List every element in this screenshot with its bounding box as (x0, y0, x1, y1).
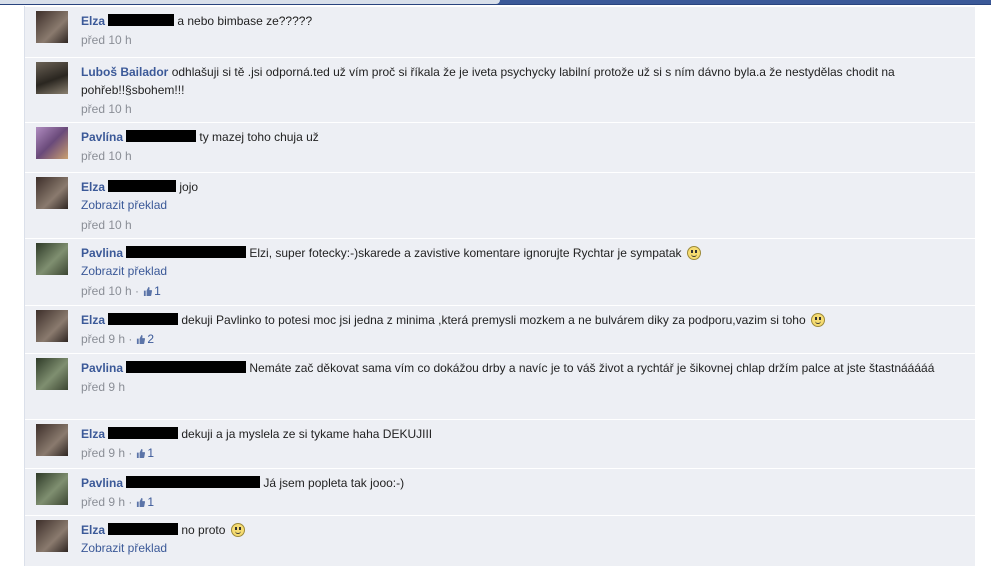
redacted-name (126, 130, 197, 142)
comment-text: ty mazej toho chuja už (199, 130, 319, 144)
redacted-name (126, 246, 247, 258)
smiley-emoticon-icon (230, 523, 245, 537)
comment-timestamp[interactable]: před 9 h (81, 332, 125, 346)
comment-text: Nemáte zač děkovat sama vím co dokážou d… (249, 361, 935, 375)
smiley-emoticon-icon (810, 313, 825, 327)
like-count[interactable]: 1 (147, 446, 154, 460)
redacted-name (108, 14, 175, 26)
comment-timestamp[interactable]: před 9 h (81, 495, 125, 509)
smiley-emoticon-icon (686, 246, 701, 260)
avatar[interactable] (36, 520, 68, 552)
comment-meta: před 9 h · 1 (81, 495, 155, 509)
comment-author[interactable]: Pavlina (81, 361, 123, 375)
comment-author[interactable]: Elza (81, 313, 105, 327)
avatar[interactable] (36, 473, 68, 505)
comment-timestamp[interactable]: před 10 h (81, 218, 132, 232)
comment-item: Pavlina Já jsem popleta tak jooo:-) před… (25, 468, 975, 516)
comment-item: Elza dekuji a ja myslela ze si tykame ha… (25, 419, 975, 469)
comment-author[interactable]: Elza (81, 180, 105, 194)
comment-item: Elza jojo Zobrazit překlad před 10 h (25, 172, 975, 239)
top-bar-edge (0, 0, 500, 4)
redacted-name (126, 361, 247, 373)
comment-author[interactable]: Pavlina (81, 476, 123, 490)
comment-item: Elza dekuji Pavlinko to potesi moc jsi j… (25, 305, 975, 354)
comment-text: a nebo bimbase ze????? (177, 14, 313, 28)
comment-meta: před 9 h · 1 (81, 446, 155, 460)
redacted-name (108, 313, 179, 325)
thumbs-up-icon[interactable] (136, 498, 146, 507)
comment-meta: před 9 h (81, 377, 935, 397)
avatar[interactable] (36, 358, 68, 390)
avatar[interactable] (36, 243, 68, 275)
translate-link[interactable]: Zobrazit překlad (81, 196, 935, 215)
redacted-name (108, 523, 179, 535)
redacted-name (126, 476, 261, 488)
avatar[interactable] (36, 62, 68, 94)
comment-author[interactable]: Elza (81, 14, 105, 28)
comment-item: Elza a nebo bimbase ze????? před 10 h (25, 6, 975, 58)
comment-timestamp[interactable]: před 9 h (81, 446, 125, 460)
comment-thread: Elza a nebo bimbase ze????? před 10 h Lu… (24, 6, 975, 566)
avatar[interactable] (36, 11, 68, 43)
thumbs-up-icon[interactable] (136, 449, 146, 458)
redacted-name (108, 427, 179, 439)
comment-meta: před 10 h (81, 215, 935, 235)
like-count[interactable]: 1 (147, 495, 154, 509)
comment-text: dekuji a ja myslela ze si tykame haha DE… (181, 427, 433, 441)
comment-meta: před 10 h (81, 146, 935, 166)
thumbs-up-icon[interactable] (136, 335, 146, 344)
comment-item: Pavlina Nemáte zač děkovat sama vím co d… (25, 353, 975, 420)
avatar[interactable] (36, 424, 68, 456)
comment-text: Já jsem popleta tak jooo:-) (263, 476, 405, 490)
comment-text: dekuji Pavlinko to potesi moc jsi jedna … (181, 313, 806, 327)
thumbs-up-icon[interactable] (143, 287, 153, 296)
comment-timestamp[interactable]: před 10 h (81, 33, 132, 47)
comment-item: Elza no proto Zobrazit překlad (25, 515, 975, 567)
top-bar (0, 0, 991, 5)
comment-text: Elzi, super fotecky:-)skarede a zavistiv… (249, 246, 682, 260)
comment-timestamp[interactable]: před 10 h (81, 284, 132, 298)
comment-meta: před 10 h (81, 99, 935, 119)
comment-author[interactable]: Elza (81, 427, 105, 441)
comment-item: Luboš Bailador odhlašuji si tě .jsi odpo… (25, 57, 975, 123)
comment-timestamp[interactable]: před 9 h (81, 380, 125, 394)
comment-author[interactable]: Pavlína (81, 130, 123, 144)
redacted-name (108, 180, 177, 192)
like-count[interactable]: 2 (147, 332, 154, 346)
comment-meta: před 10 h (81, 30, 935, 50)
comment-author[interactable]: Luboš Bailador (81, 65, 168, 79)
comment-author[interactable]: Elza (81, 523, 105, 537)
comment-meta: před 9 h · 2 (81, 332, 155, 346)
comment-timestamp[interactable]: před 10 h (81, 149, 132, 163)
comment-meta: před 10 h · 1 (81, 284, 161, 298)
avatar[interactable] (36, 310, 68, 342)
translate-link[interactable]: Zobrazit překlad (81, 262, 935, 281)
comment-text: no proto (181, 523, 226, 537)
avatar[interactable] (36, 177, 68, 209)
comment-item: Pavlina Elzi, super fotecky:-)skarede a … (25, 238, 975, 306)
comment-timestamp[interactable]: před 10 h (81, 102, 132, 116)
comment-author[interactable]: Pavlina (81, 246, 123, 260)
translate-link[interactable]: Zobrazit překlad (81, 539, 935, 558)
comment-text: jojo (179, 180, 199, 194)
comment-text: odhlašuji si tě .jsi odporná.ted už vím … (81, 65, 895, 97)
avatar[interactable] (36, 127, 68, 159)
comment-item: Pavlína ty mazej toho chuja už před 10 h (25, 122, 975, 173)
like-count[interactable]: 1 (154, 284, 161, 298)
